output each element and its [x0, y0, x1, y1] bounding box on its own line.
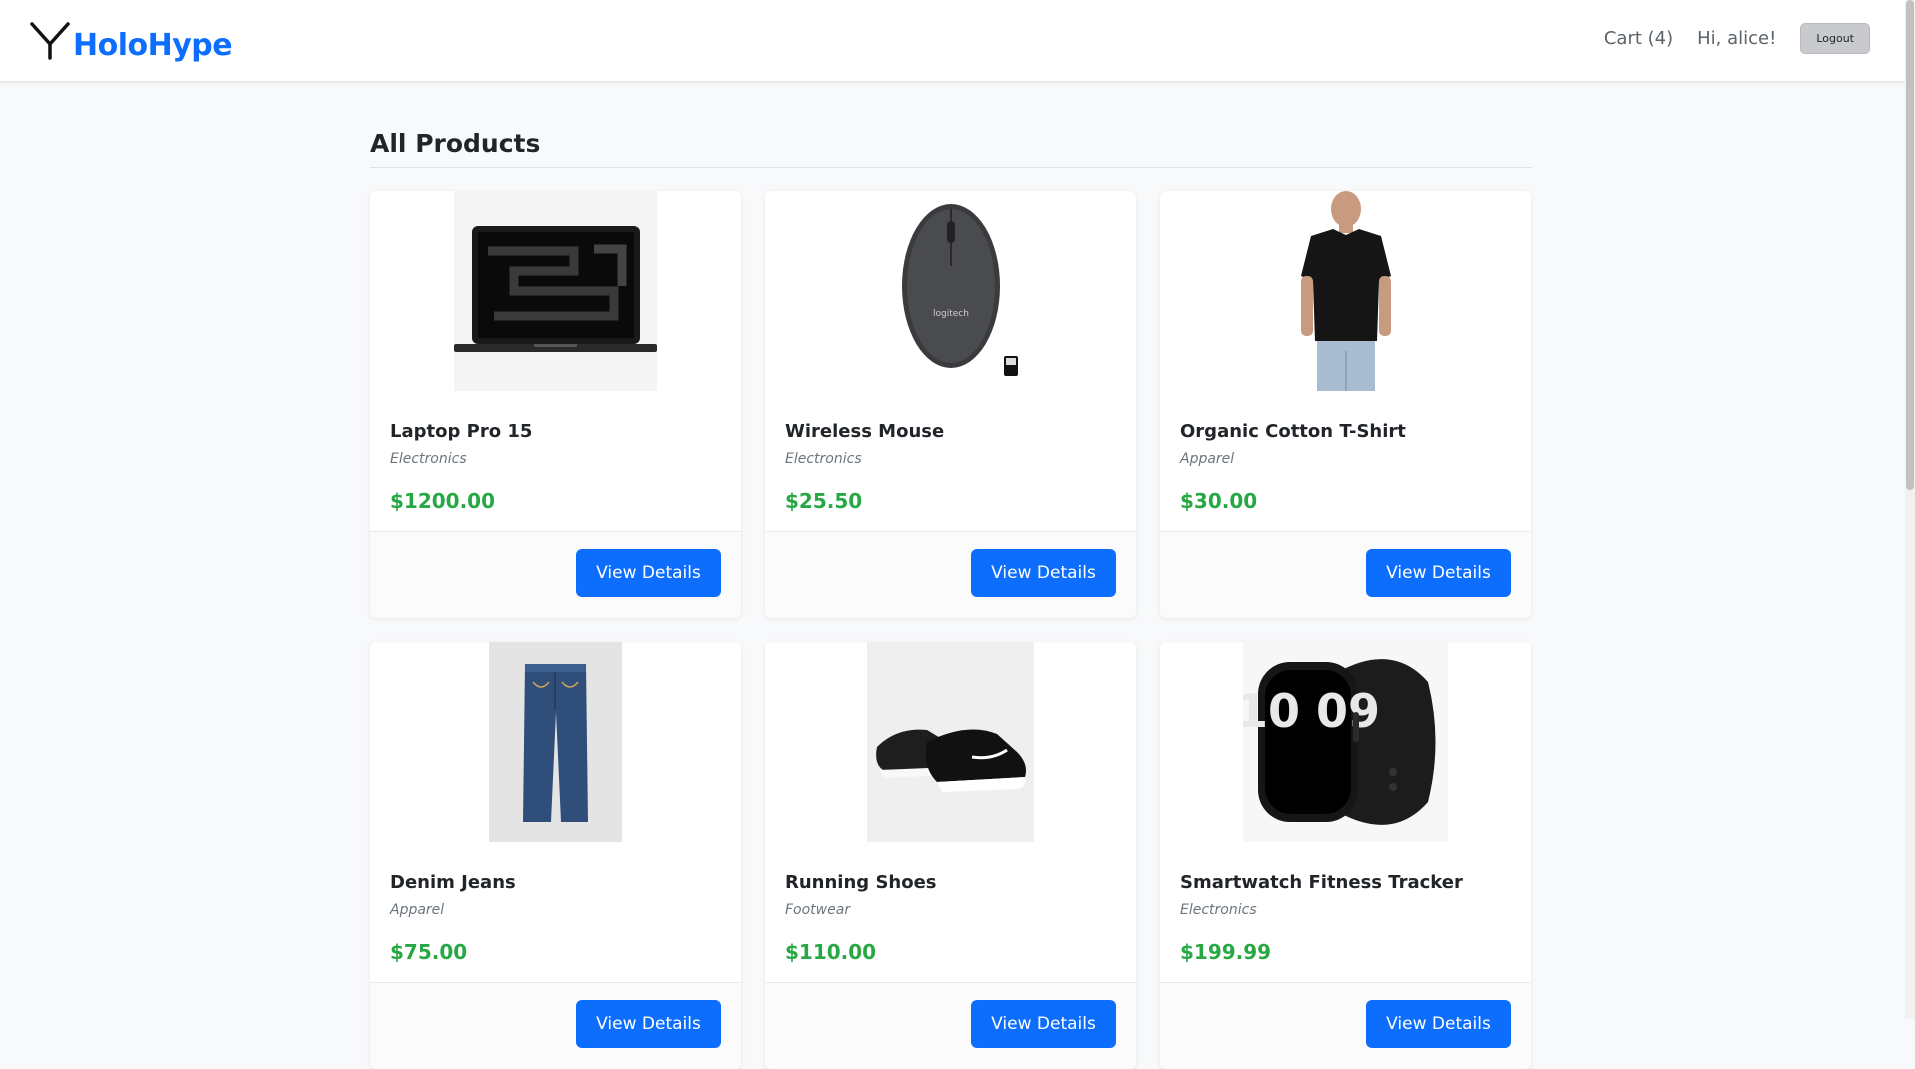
tshirt-image[interactable]: [1281, 191, 1411, 391]
mouse-image[interactable]: logitech: [851, 191, 1051, 391]
product-category: Footwear: [785, 902, 851, 918]
product-name[interactable]: Laptop Pro 15: [390, 421, 721, 442]
product-price: $110.00: [785, 940, 877, 964]
shoes-icon: [867, 642, 1034, 842]
view-details-button[interactable]: View Details: [576, 549, 721, 597]
view-details-button[interactable]: View Details: [971, 1000, 1116, 1048]
product-card: Laptop Pro 15 Electronics $1200.00 View …: [370, 191, 741, 618]
card-body: Denim Jeans Apparel $75.00: [370, 842, 741, 989]
product-image-area: logitech: [765, 191, 1136, 391]
navbar: HoloHype Cart (4) Hi, alice! Logout: [0, 0, 1905, 82]
product-price: $199.99: [1180, 940, 1272, 964]
shoes-image[interactable]: [867, 642, 1034, 842]
tshirt-icon: [1300, 191, 1391, 391]
product-price: $30.00: [1180, 489, 1258, 513]
mouse-icon: logitech: [901, 204, 1018, 376]
laptop-icon: [454, 191, 657, 391]
card-body: Organic Cotton T-Shirt Apparel $30.00: [1160, 391, 1531, 538]
page-title: All Products: [370, 128, 1532, 168]
product-image-area: [1160, 191, 1531, 391]
product-name[interactable]: Smartwatch Fitness Tracker: [1180, 872, 1511, 893]
jeans-icon: [489, 642, 622, 842]
laptop-image[interactable]: [454, 191, 657, 391]
product-category: Electronics: [785, 451, 862, 467]
watch-face-time: 10 09: [1243, 684, 1380, 738]
card-footer: View Details: [765, 982, 1136, 1069]
scrollbar-thumb[interactable]: [1906, 0, 1914, 490]
card-footer: View Details: [370, 982, 741, 1069]
product-category: Electronics: [390, 451, 467, 467]
product-image-area: [370, 642, 741, 842]
product-image-area: 10 09: [1160, 642, 1531, 842]
product-card: Organic Cotton T-Shirt Apparel $30.00 Vi…: [1160, 191, 1531, 618]
jeans-image[interactable]: [489, 642, 622, 842]
card-body: Laptop Pro 15 Electronics $1200.00: [370, 391, 741, 538]
product-price: $75.00: [390, 940, 468, 964]
view-details-button[interactable]: View Details: [1366, 1000, 1511, 1048]
card-footer: View Details: [370, 531, 741, 618]
product-card: logitech Wireless Mouse Electronics $25.…: [765, 191, 1136, 618]
y-logo-icon: [30, 22, 70, 60]
smartwatch-icon: 10 09: [1243, 659, 1436, 825]
product-name[interactable]: Running Shoes: [785, 872, 1116, 893]
product-name[interactable]: Organic Cotton T-Shirt: [1180, 421, 1511, 442]
cart-link[interactable]: Cart (4): [1604, 28, 1673, 49]
page-scrollbar[interactable]: [1905, 0, 1915, 1019]
product-name[interactable]: Denim Jeans: [390, 872, 721, 893]
mouse-brand-text: logitech: [933, 309, 969, 319]
brand-name: HoloHype: [73, 28, 233, 63]
product-name[interactable]: Wireless Mouse: [785, 421, 1116, 442]
brand-logo[interactable]: HoloHype: [30, 12, 233, 63]
card-footer: View Details: [1160, 982, 1531, 1069]
product-price: $1200.00: [390, 489, 496, 513]
user-greeting: Hi, alice!: [1697, 27, 1777, 49]
card-body: Wireless Mouse Electronics $25.50: [765, 391, 1136, 538]
card-footer: View Details: [1160, 531, 1531, 618]
main-content: All Products Laptop Pro 15 Electronics $…: [370, 128, 1532, 1069]
product-price: $25.50: [785, 489, 863, 513]
card-footer: View Details: [765, 531, 1136, 618]
product-category: Apparel: [1180, 451, 1235, 467]
product-card: 10 09 Smartwatch Fitness Tracker Electro…: [1160, 642, 1531, 1069]
product-card: Running Shoes Footwear $110.00 View Deta…: [765, 642, 1136, 1069]
product-image-area: [370, 191, 741, 391]
product-image-area: [765, 642, 1136, 842]
smartwatch-image[interactable]: 10 09: [1243, 642, 1448, 842]
nav-actions: Cart (4) Hi, alice! Logout: [1604, 22, 1870, 54]
product-card: Denim Jeans Apparel $75.00 View Details: [370, 642, 741, 1069]
logout-button[interactable]: Logout: [1800, 22, 1870, 54]
view-details-button[interactable]: View Details: [1366, 549, 1511, 597]
card-body: Smartwatch Fitness Tracker Electronics $…: [1160, 842, 1531, 989]
product-category: Apparel: [390, 902, 445, 918]
product-category: Electronics: [1180, 902, 1257, 918]
view-details-button[interactable]: View Details: [576, 1000, 721, 1048]
product-grid: Laptop Pro 15 Electronics $1200.00 View …: [370, 191, 1532, 1069]
view-details-button[interactable]: View Details: [971, 549, 1116, 597]
card-body: Running Shoes Footwear $110.00: [765, 842, 1136, 989]
